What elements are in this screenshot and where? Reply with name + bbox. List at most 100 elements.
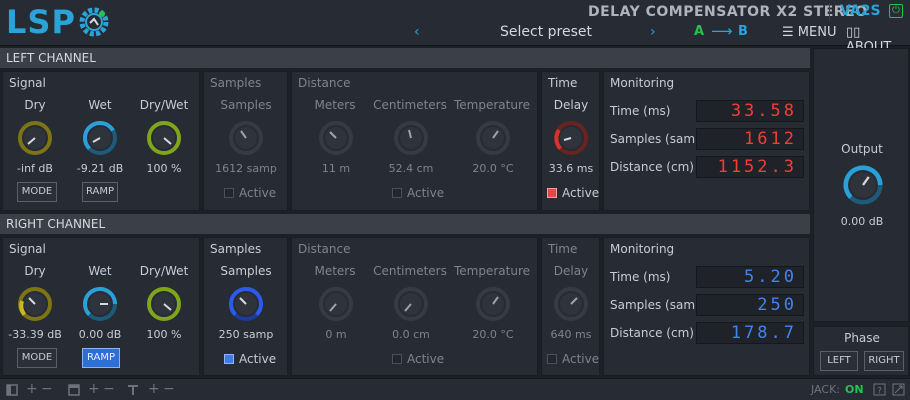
left-drywet-knob[interactable] xyxy=(144,118,184,158)
size-decrease-icon[interactable]: − xyxy=(103,381,115,397)
right-signal-title: Signal xyxy=(9,242,46,256)
left-distance-active-toggle[interactable]: Active xyxy=(392,186,444,200)
right-monitoring-panel: Monitoring Time (ms) Samples (samp) Dist… xyxy=(603,237,810,376)
phase-right-button[interactable]: RIGHT xyxy=(864,351,904,371)
right-time-active-toggle[interactable]: Active xyxy=(547,352,599,366)
left-samples-knob[interactable] xyxy=(226,118,266,158)
top-bar: LSP DELAY COMPENSATOR X2 STEREO VA2S ⏻ ‹… xyxy=(0,0,910,55)
right-distance-active-toggle[interactable]: Active xyxy=(392,352,444,366)
right-signal-panel: Signal Dry Wet Dry/Wet -33.39 dB 0.00 dB… xyxy=(2,237,200,376)
right-meters-knob[interactable] xyxy=(316,284,356,324)
left-monitoring-panel: Monitoring Time (ms) Samples (samp) Dist… xyxy=(603,71,810,211)
left-mode-button[interactable]: MODE xyxy=(17,182,57,202)
right-meters-label: Meters xyxy=(314,264,356,278)
left-ramp-button[interactable]: RAMP xyxy=(82,182,118,202)
left-mon-distance-display: 1152.3 xyxy=(696,156,804,178)
right-distance-title: Distance xyxy=(298,242,351,256)
right-samples-active-label: Active xyxy=(239,352,277,366)
left-distance-panel: Distance Meters Centimeters Temperature … xyxy=(291,71,538,211)
left-mon-time-display: 33.58 xyxy=(696,100,804,122)
output-knob[interactable] xyxy=(840,162,886,208)
right-mon-distance-label: Distance (cm) xyxy=(610,326,694,340)
right-samples-label: Samples xyxy=(220,264,272,278)
right-ramp-button[interactable]: RAMP xyxy=(82,348,120,368)
zoom-in-icon[interactable]: + xyxy=(26,381,38,397)
left-samples-panel: Samples Samples 1612 samp Active xyxy=(203,71,288,211)
right-channel-header: RIGHT CHANNEL xyxy=(0,214,810,234)
left-samples-label: Samples xyxy=(220,98,272,112)
left-cm-knob[interactable] xyxy=(391,118,431,158)
jack-label: JACK: xyxy=(811,383,840,396)
ab-copy-arrow-icon[interactable]: ⟶ xyxy=(711,22,733,40)
right-samples-active-toggle[interactable]: Active xyxy=(224,352,276,366)
left-temp-knob[interactable] xyxy=(473,118,513,158)
left-samples-active-toggle[interactable]: Active xyxy=(224,186,276,200)
output-value: 0.00 dB xyxy=(840,215,884,228)
preset-selector[interactable]: Select preset xyxy=(500,24,592,40)
right-mode-button[interactable]: MODE xyxy=(17,348,57,368)
left-samples-active-checkbox[interactable] xyxy=(224,188,234,198)
font-size-icon[interactable] xyxy=(127,384,139,396)
right-drywet-knob[interactable] xyxy=(144,284,184,324)
left-mon-samples-display: 1612 xyxy=(696,128,804,150)
resize-icon[interactable] xyxy=(892,383,905,396)
left-monitoring-title: Monitoring xyxy=(610,76,675,90)
right-cm-knob[interactable] xyxy=(391,284,431,324)
left-mon-time-label: Time (ms) xyxy=(610,104,671,118)
right-distance-active-label: Active xyxy=(407,352,445,366)
size-icon[interactable] xyxy=(68,384,80,396)
left-meters-knob[interactable] xyxy=(316,118,356,158)
phase-left-button[interactable]: LEFT xyxy=(820,351,858,371)
right-time-active-checkbox[interactable] xyxy=(547,354,557,364)
left-drywet-value: 100 % xyxy=(146,162,182,175)
left-drywet-label: Dry/Wet xyxy=(139,98,189,112)
menu-button[interactable]: ☰ MENU xyxy=(782,25,836,40)
left-delay-knob[interactable] xyxy=(551,118,591,158)
left-wet-knob[interactable] xyxy=(80,118,120,158)
jack-status: ON xyxy=(845,383,864,396)
right-distance-active-checkbox[interactable] xyxy=(392,354,402,364)
right-time-title: Time xyxy=(548,242,578,256)
help-icon[interactable]: ? xyxy=(873,383,886,396)
right-samples-active-checkbox[interactable] xyxy=(224,354,234,364)
left-samples-value: 1612 samp xyxy=(215,162,277,175)
left-distance-active-checkbox[interactable] xyxy=(392,188,402,198)
font-increase-icon[interactable]: + xyxy=(148,381,160,397)
right-mon-time-label: Time (ms) xyxy=(610,270,671,284)
right-samples-panel: Samples Samples 250 samp Active xyxy=(203,237,288,376)
title-divider xyxy=(829,3,830,21)
logo-text: LSP xyxy=(6,3,76,41)
zoom-out-icon[interactable]: − xyxy=(41,381,53,397)
right-dry-knob[interactable] xyxy=(15,284,55,324)
ab-a-button[interactable]: A xyxy=(694,24,704,39)
svg-text:?: ? xyxy=(877,387,882,397)
left-cm-label: Centimeters xyxy=(373,98,447,112)
preset-next-button[interactable]: › xyxy=(650,24,656,40)
power-icon[interactable]: ⏻ xyxy=(889,4,903,18)
right-samples-title: Samples xyxy=(210,242,262,256)
right-time-panel: Time Delay 640 ms Active xyxy=(541,237,600,376)
right-temp-value: 20.0 °C xyxy=(472,328,514,341)
font-decrease-icon[interactable]: − xyxy=(163,381,175,397)
ab-b-button[interactable]: B xyxy=(738,24,748,39)
preset-prev-button[interactable]: ‹ xyxy=(414,24,420,40)
right-delay-label: Delay xyxy=(553,264,589,278)
left-time-active-checkbox[interactable] xyxy=(547,188,557,198)
layout-icon[interactable] xyxy=(6,384,18,396)
right-wet-knob[interactable] xyxy=(80,284,120,324)
right-samples-knob[interactable] xyxy=(226,284,266,324)
left-dry-knob[interactable] xyxy=(15,118,55,158)
size-increase-icon[interactable]: + xyxy=(88,381,100,397)
left-samples-active-label: Active xyxy=(239,186,277,200)
right-drywet-value: 100 % xyxy=(146,328,182,341)
left-time-active-toggle[interactable]: Active xyxy=(547,186,599,200)
right-delay-knob[interactable] xyxy=(551,284,591,324)
lsp-logo[interactable]: LSP xyxy=(6,4,112,40)
phase-label: Phase xyxy=(844,331,880,345)
right-temp-knob[interactable] xyxy=(473,284,513,324)
left-mon-distance-label: Distance (cm) xyxy=(610,160,694,174)
left-distance-title: Distance xyxy=(298,76,351,90)
output-panel: Output 0.00 dB xyxy=(813,48,909,322)
left-time-title: Time xyxy=(548,76,578,90)
left-delay-label: Delay xyxy=(553,98,589,112)
